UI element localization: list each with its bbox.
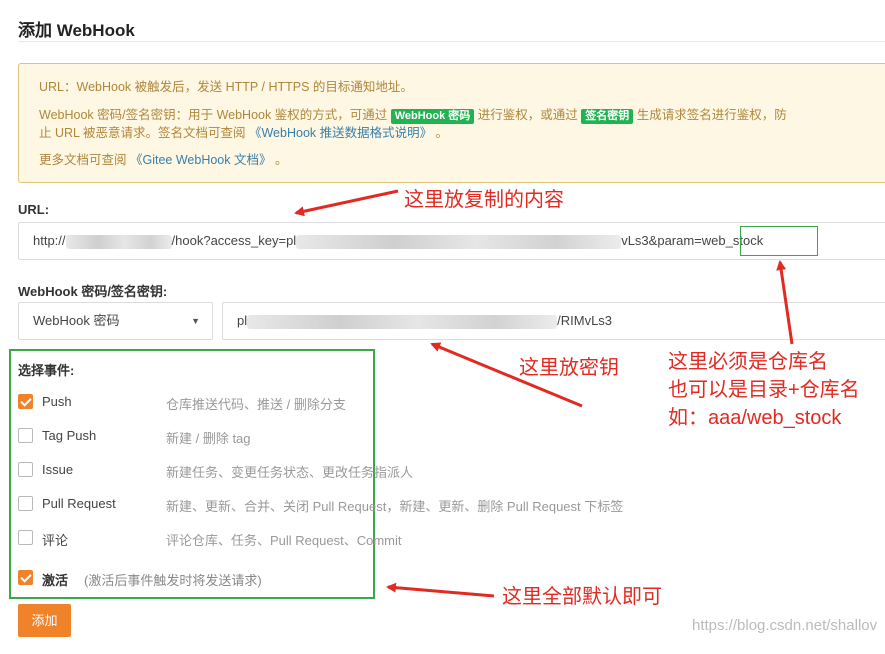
annotation-url: 这里放复制的内容 (404, 189, 564, 211)
annotation-arrows (294, 189, 794, 598)
watermark: https://blog.csdn.net/shallov (692, 617, 878, 634)
annotation-line: 也可以是目录+仓库名 (668, 379, 860, 401)
annotation-secret: 这里放密钥 (519, 357, 619, 379)
annotation-events: 这里全部默认即可 (502, 586, 662, 608)
arrow-to-repo (776, 260, 794, 345)
annotation-line: 如：aaa/web_stock (668, 407, 842, 429)
annotation-line: 这里必须是仓库名 (668, 351, 828, 373)
annotation-repo: 这里必须是仓库名 也可以是目录+仓库名 如：aaa/web_stock (668, 348, 860, 432)
arrow-to-url (294, 189, 399, 217)
arrow-to-events (386, 582, 495, 598)
